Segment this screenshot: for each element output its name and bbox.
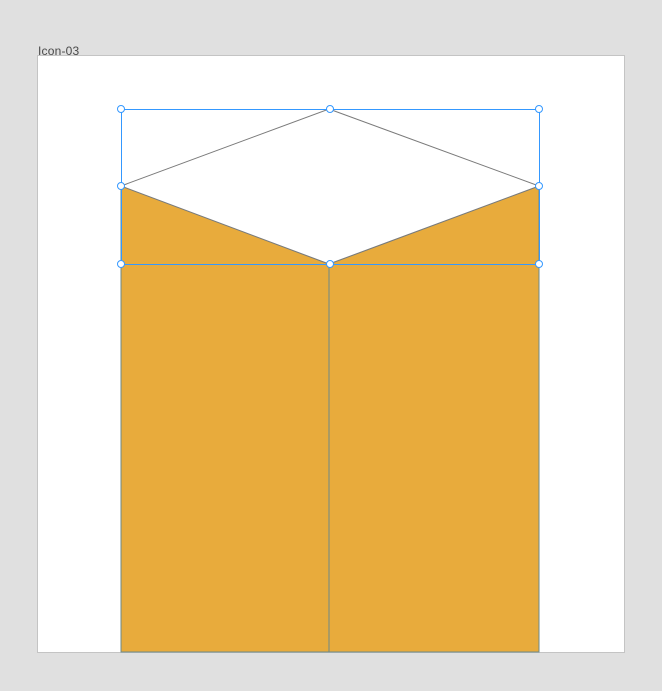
canvas-svg [0, 0, 662, 691]
selection-handle[interactable] [327, 261, 334, 268]
selection-handle[interactable] [118, 261, 125, 268]
selection-handle[interactable] [327, 106, 334, 113]
design-canvas-stage[interactable]: Icon-03 [0, 0, 662, 691]
cube-right-face[interactable] [329, 186, 539, 652]
selection-handle[interactable] [536, 106, 543, 113]
selection-handle[interactable] [536, 261, 543, 268]
selection-handle[interactable] [118, 106, 125, 113]
cube-left-face[interactable] [121, 186, 329, 652]
selection-handle[interactable] [118, 183, 125, 190]
selection-handle[interactable] [536, 183, 543, 190]
cube-shape-group[interactable] [121, 109, 539, 652]
